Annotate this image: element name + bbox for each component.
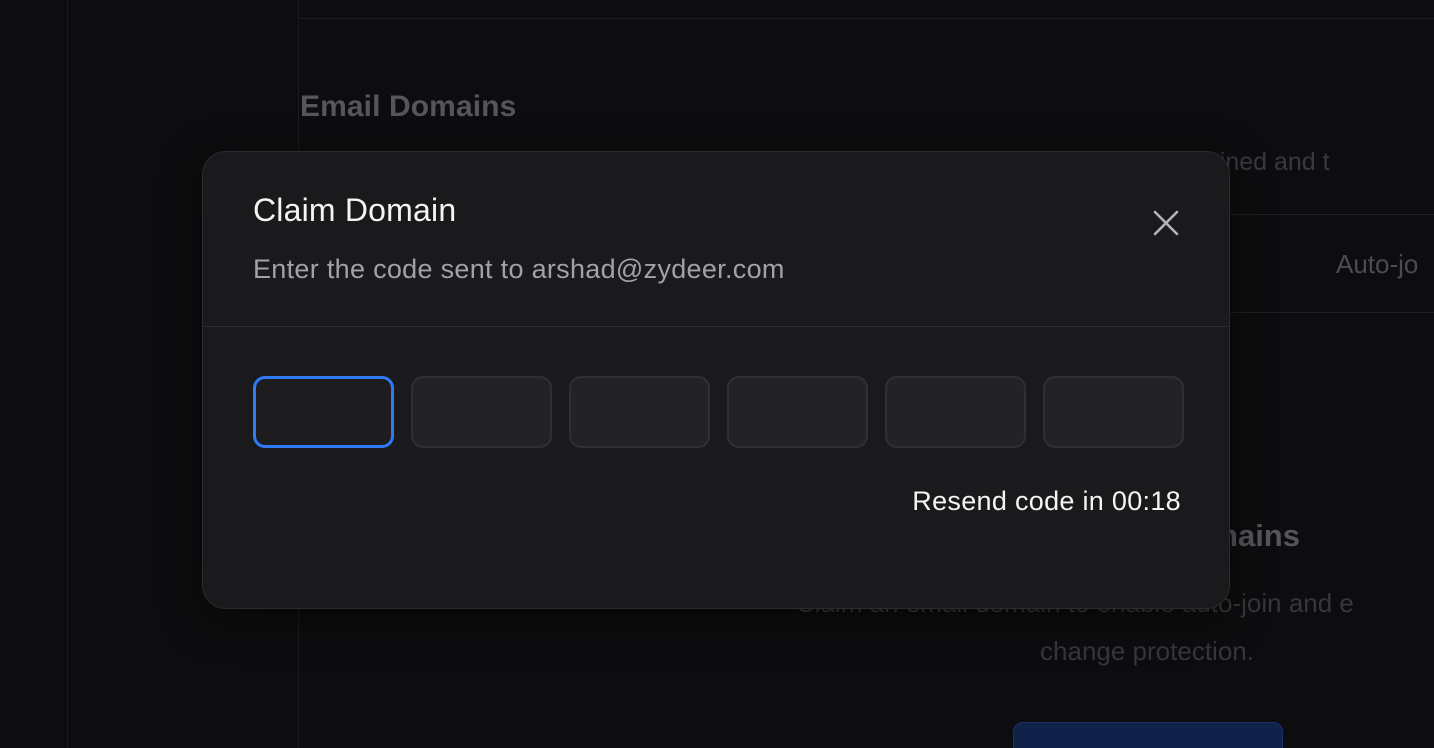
otp-digit-5[interactable] [885, 376, 1026, 448]
header-divider [298, 18, 1434, 19]
close-button[interactable] [1147, 204, 1185, 242]
modal-subtitle: Enter the code sent to arshad@zydeer.com [253, 254, 785, 284]
claim-domain-button[interactable] [1013, 722, 1283, 748]
column-auto-join: Auto-jo [1336, 249, 1419, 279]
otp-digit-2[interactable] [411, 376, 552, 448]
section-title: Email Domains [300, 90, 517, 123]
otp-input-group [253, 376, 1184, 448]
sidebar-divider [67, 0, 68, 748]
claim-domain-modal: Claim Domain Enter the code sent to arsh… [202, 151, 1230, 609]
empty-state-description-line2: change protection. [1040, 636, 1254, 666]
page: Email Domains Claim and verify your emai… [0, 0, 1434, 748]
modal-title: Claim Domain [253, 192, 457, 228]
otp-digit-6[interactable] [1043, 376, 1184, 448]
modal-divider [203, 326, 1229, 327]
otp-digit-1[interactable] [253, 376, 394, 448]
otp-digit-3[interactable] [569, 376, 710, 448]
close-icon [1153, 210, 1179, 236]
resend-countdown: Resend code in 00:18 [912, 486, 1181, 516]
otp-digit-4[interactable] [727, 376, 868, 448]
